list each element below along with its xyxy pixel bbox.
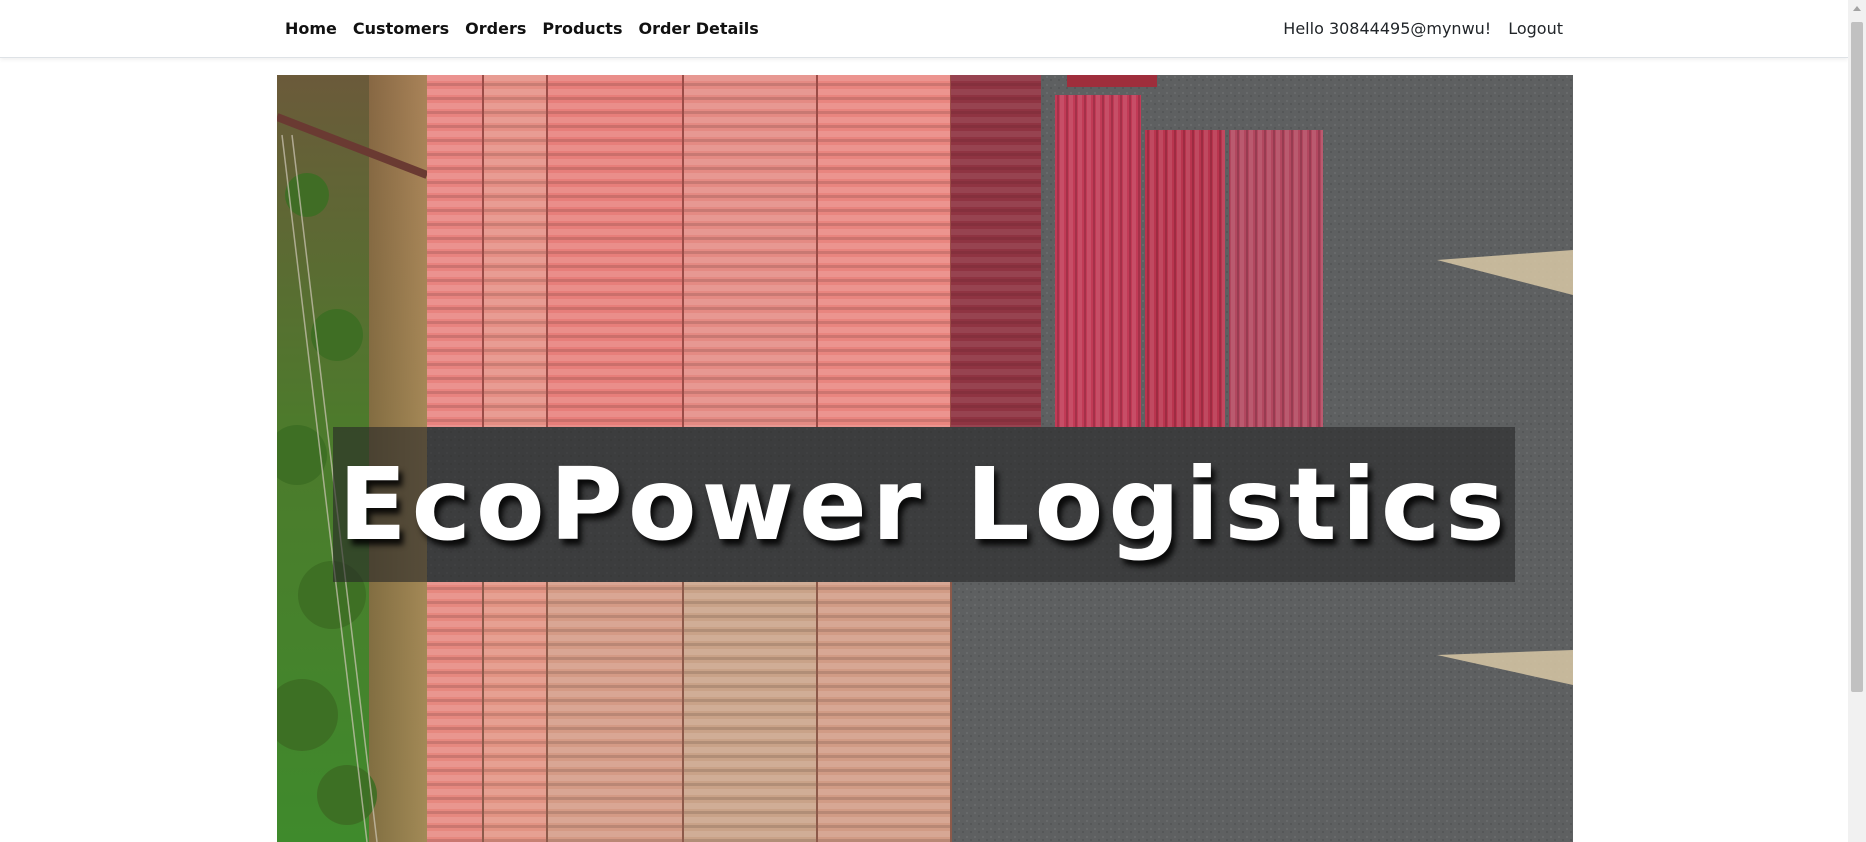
nav-link-customers[interactable]: Customers — [353, 19, 449, 38]
nav-user-area: Hello 30844495@mynwu! Logout — [1283, 0, 1563, 57]
scrollbar-thumb[interactable] — [1851, 22, 1863, 692]
nav-link-orders[interactable]: Orders — [465, 19, 526, 38]
top-navbar: Home Customers Orders Products Order Det… — [0, 0, 1848, 58]
page-scrollbar[interactable] — [1848, 0, 1866, 842]
scroll-up-arrow-icon[interactable] — [1853, 6, 1861, 11]
user-greeting[interactable]: Hello 30844495@mynwu! — [1283, 19, 1491, 38]
logout-link[interactable]: Logout — [1508, 19, 1563, 38]
nav-link-order-details[interactable]: Order Details — [638, 19, 758, 38]
nav-link-products[interactable]: Products — [542, 19, 622, 38]
hero-title-band: EcoPower Logistics — [333, 427, 1515, 582]
nav-links: Home Customers Orders Products Order Det… — [285, 0, 775, 57]
nav-link-home[interactable]: Home — [285, 19, 337, 38]
hero-banner: EcoPower Logistics — [277, 75, 1573, 842]
hero-title: EcoPower Logistics — [338, 446, 1510, 563]
